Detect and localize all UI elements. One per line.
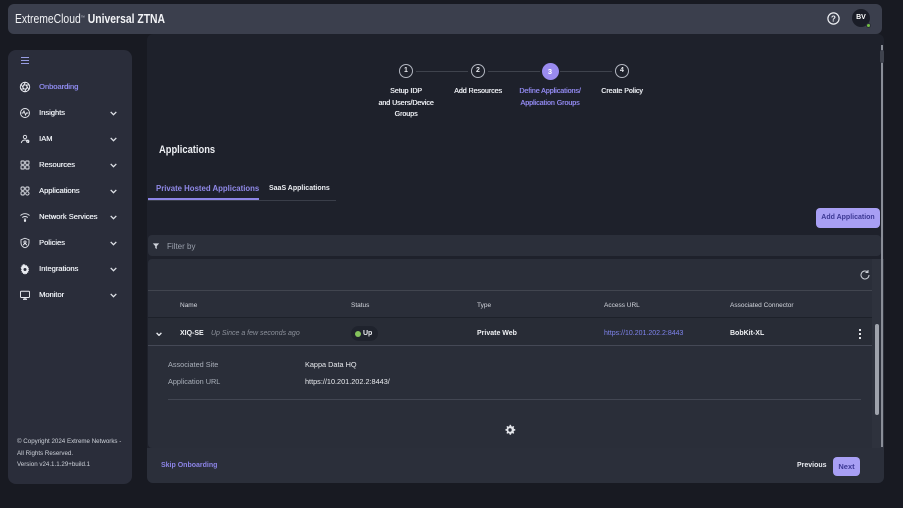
svg-text:?: ? — [831, 14, 836, 23]
